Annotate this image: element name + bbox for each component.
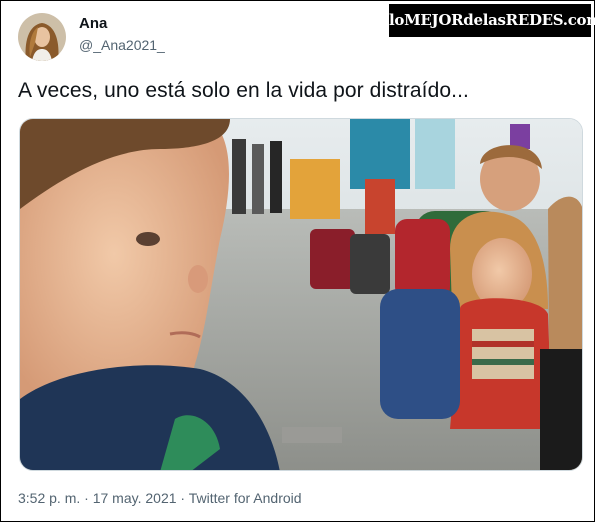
tweet-time[interactable]: 3:52 p. m. — [18, 490, 80, 506]
meta-separator: · — [80, 490, 93, 506]
tweet-text: A veces, uno está solo en la vida por di… — [18, 79, 469, 102]
author-handle[interactable]: @_Ana2021_ — [79, 37, 165, 53]
tweet-metadata: 3:52 p. m. · 17 may. 2021 · Twitter for … — [18, 490, 302, 506]
airport-photo — [20, 119, 582, 470]
author-name[interactable]: Ana — [79, 15, 107, 32]
tweet-date[interactable]: 17 may. 2021 — [93, 490, 177, 506]
tweet-card: Ana @_Ana2021_ loMEJORdelasREDES.com A v… — [0, 0, 597, 522]
site-watermark: loMEJORdelasREDES.com — [389, 4, 597, 37]
meta-separator: · — [176, 490, 189, 506]
tweet-source[interactable]: Twitter for Android — [189, 490, 302, 506]
avatar[interactable] — [18, 13, 66, 61]
tweet-photo[interactable] — [19, 118, 583, 471]
